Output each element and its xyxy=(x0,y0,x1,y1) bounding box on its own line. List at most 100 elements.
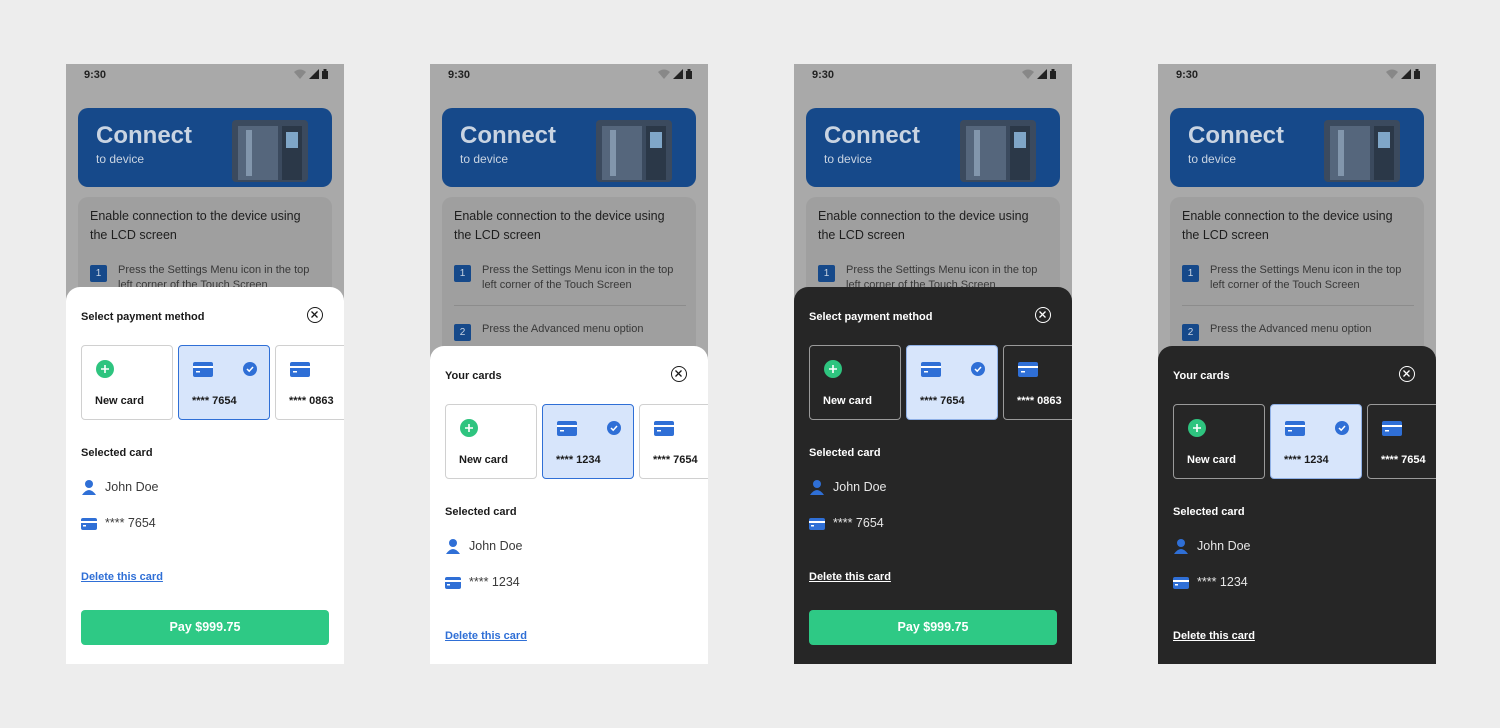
tile-label: **** 7654 xyxy=(920,395,965,407)
status-bar: 9:30 xyxy=(1158,64,1436,86)
credit-card-icon xyxy=(1382,421,1402,436)
step-number: 1 xyxy=(90,265,107,282)
card-tile[interactable]: **** 0863 xyxy=(275,345,344,420)
card-tile[interactable]: **** 7654 xyxy=(1367,404,1436,479)
credit-card-icon xyxy=(1285,421,1305,436)
card-number: **** 1234 xyxy=(469,575,520,589)
card-tile[interactable]: **** 0863 xyxy=(1003,345,1072,420)
new-card-tile[interactable]: New card xyxy=(81,345,173,420)
tile-label: **** 0863 xyxy=(1017,395,1062,407)
card-tile-selected[interactable]: **** 7654 xyxy=(178,345,270,420)
user-icon xyxy=(1174,539,1188,554)
banner-subtitle: to device xyxy=(96,152,145,166)
step-number: 2 xyxy=(454,324,471,341)
instructions-lead: Enable connection to the device using th… xyxy=(818,209,1029,242)
wifi-icon xyxy=(1386,69,1398,79)
connect-banner: Connect to device xyxy=(806,108,1060,187)
status-time: 9:30 xyxy=(812,69,835,81)
divider xyxy=(1182,305,1414,306)
phone-screen-light-cards: 9:30 Connect to device Enable connection… xyxy=(430,64,708,664)
tile-label: **** 7654 xyxy=(653,454,698,466)
tile-label: **** 7654 xyxy=(1381,454,1426,466)
signal-icon xyxy=(1401,69,1411,79)
signal-icon xyxy=(309,69,319,79)
status-bar: 9:30 xyxy=(430,64,708,86)
credit-card-icon xyxy=(1018,362,1038,377)
close-icon xyxy=(311,311,318,318)
signal-icon xyxy=(1037,69,1047,79)
sheet-title: Select payment method xyxy=(809,311,933,323)
card-tile-selected[interactable]: **** 1234 xyxy=(1270,404,1362,479)
pay-button[interactable]: Pay $999.75 xyxy=(809,610,1057,645)
wifi-icon xyxy=(1022,69,1034,79)
connect-banner: Connect to device xyxy=(78,108,332,187)
new-card-tile[interactable]: New card xyxy=(445,404,537,479)
close-icon xyxy=(1039,311,1046,318)
credit-card-icon xyxy=(654,421,674,436)
plus-icon xyxy=(460,419,478,437)
divider xyxy=(454,305,686,306)
delete-card-link[interactable]: Delete this card xyxy=(809,571,891,583)
delete-card-link[interactable]: Delete this card xyxy=(81,571,163,583)
close-button[interactable] xyxy=(1399,366,1415,382)
user-icon xyxy=(446,539,460,554)
sheet-title: Select payment method xyxy=(81,311,205,323)
close-icon xyxy=(1403,370,1410,377)
card-tile-selected[interactable]: **** 7654 xyxy=(906,345,998,420)
check-icon xyxy=(607,421,621,435)
tile-label: New card xyxy=(459,454,508,466)
wifi-icon xyxy=(294,69,306,79)
plus-icon xyxy=(96,360,114,378)
banner-title: Connect xyxy=(96,122,192,149)
status-time: 9:30 xyxy=(448,69,471,81)
card-number: **** 1234 xyxy=(1197,575,1248,589)
selected-card-heading: Selected card xyxy=(809,447,881,459)
step-text: Press the Advanced menu option xyxy=(482,323,644,335)
banner-title: Connect xyxy=(460,122,556,149)
device-illustration xyxy=(232,120,308,182)
cardholder-name: John Doe xyxy=(469,539,523,553)
banner-title: Connect xyxy=(1188,122,1284,149)
phone-screen-light-payment: 9:30 Connect to device Enable connection… xyxy=(66,64,344,664)
close-button[interactable] xyxy=(307,307,323,323)
tile-label: **** 0863 xyxy=(289,395,334,407)
selected-card-heading: Selected card xyxy=(1173,506,1245,518)
selected-card-heading: Selected card xyxy=(81,447,153,459)
battery-icon xyxy=(1050,69,1056,79)
tile-label: **** 1234 xyxy=(1284,454,1329,466)
phone-screen-dark-payment: 9:30 Connect to device Enable connection… xyxy=(794,64,1072,664)
delete-card-link[interactable]: Delete this card xyxy=(445,630,527,642)
close-button[interactable] xyxy=(1035,307,1051,323)
step-number: 1 xyxy=(1182,265,1199,282)
tile-label: New card xyxy=(95,395,144,407)
tile-label: **** 7654 xyxy=(192,395,237,407)
battery-icon xyxy=(686,69,692,79)
plus-icon xyxy=(1188,419,1206,437)
new-card-tile[interactable]: New card xyxy=(809,345,901,420)
device-illustration xyxy=(960,120,1036,182)
card-tile-selected[interactable]: **** 1234 xyxy=(542,404,634,479)
cardholder-name: John Doe xyxy=(105,480,159,494)
status-time: 9:30 xyxy=(1176,69,1199,81)
credit-card-icon xyxy=(193,362,213,377)
signal-icon xyxy=(673,69,683,79)
connect-banner: Connect to device xyxy=(1170,108,1424,187)
instructions-lead: Enable connection to the device using th… xyxy=(1182,209,1393,242)
phone-screen-dark-cards: 9:30 Connect to device Enable connection… xyxy=(1158,64,1436,664)
step-number: 2 xyxy=(1182,324,1199,341)
delete-card-link[interactable]: Delete this card xyxy=(1173,630,1255,642)
check-icon xyxy=(1335,421,1349,435)
tile-label: **** 1234 xyxy=(556,454,601,466)
tile-label: New card xyxy=(823,395,872,407)
card-tile[interactable]: **** 7654 xyxy=(639,404,708,479)
pay-button[interactable]: Pay $999.75 xyxy=(81,610,329,645)
new-card-tile[interactable]: New card xyxy=(1173,404,1265,479)
instructions-lead: Enable connection to the device using th… xyxy=(454,209,665,242)
step-number: 1 xyxy=(818,265,835,282)
close-icon xyxy=(675,370,682,377)
step-text: Press the Settings Menu icon in the top … xyxy=(482,264,674,291)
battery-icon xyxy=(1414,69,1420,79)
close-button[interactable] xyxy=(671,366,687,382)
selected-card-heading: Selected card xyxy=(445,506,517,518)
credit-card-icon xyxy=(809,518,825,530)
